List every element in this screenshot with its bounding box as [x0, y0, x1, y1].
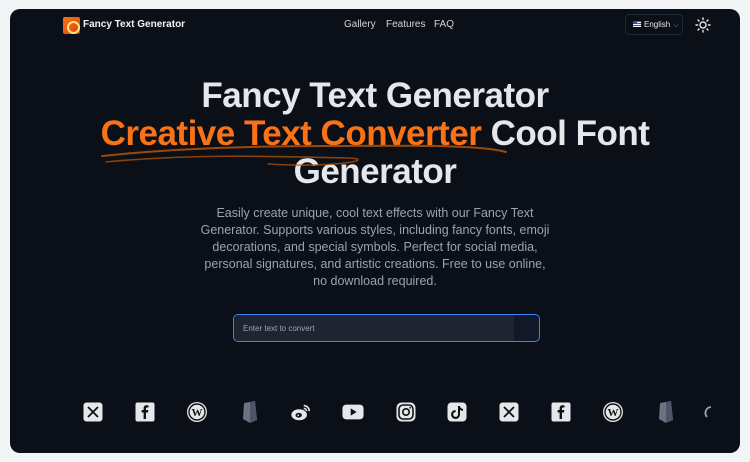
text-to-convert-input[interactable]	[234, 315, 539, 341]
app-window: Fancy Text Generator Gallery Features FA…	[10, 9, 740, 453]
language-label: English	[644, 20, 671, 29]
facebook-icon[interactable]	[550, 401, 572, 423]
nav-features[interactable]: Features	[386, 18, 425, 32]
tiktok-icon[interactable]	[446, 401, 468, 423]
brand-name[interactable]: Fancy Text Generator	[83, 18, 185, 32]
wordpress-icon[interactable]: W	[602, 401, 624, 423]
medium-icon[interactable]	[239, 401, 261, 423]
us-flag-icon	[633, 21, 641, 27]
language-selector[interactable]: English ⌵	[625, 14, 683, 35]
logo-icon[interactable]	[63, 17, 80, 34]
svg-text:W: W	[608, 407, 619, 419]
theme-toggle-sun-icon[interactable]	[695, 17, 711, 33]
text-input-container	[233, 314, 540, 342]
svg-text:W: W	[192, 407, 203, 419]
hero-description: Easily create unique, cool text effects …	[200, 206, 550, 288]
weibo-icon[interactable]	[290, 401, 312, 423]
nav-faq[interactable]: FAQ	[434, 18, 454, 32]
medium-icon[interactable]	[655, 401, 677, 423]
chevron-down-icon: ⌵	[671, 22, 679, 29]
youtube-icon[interactable]	[342, 401, 364, 423]
wordpress-icon[interactable]: W	[186, 401, 208, 423]
weibo-icon-partial[interactable]	[702, 401, 712, 423]
x-icon[interactable]	[82, 401, 104, 423]
x-icon[interactable]	[498, 401, 520, 423]
facebook-icon[interactable]	[134, 401, 156, 423]
hero-title-line1: Fancy Text Generator	[201, 76, 549, 115]
instagram-icon[interactable]	[395, 401, 417, 423]
nav-gallery[interactable]: Gallery	[344, 18, 376, 32]
underline-swash-decoration	[101, 144, 507, 166]
